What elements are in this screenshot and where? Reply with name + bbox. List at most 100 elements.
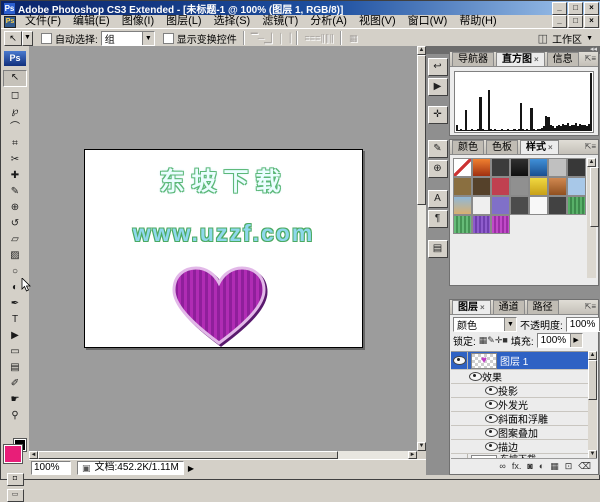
histogram-tab-导航器[interactable]: 导航器	[452, 52, 494, 66]
panel-menu-icon[interactable]: ⇱≡	[585, 141, 596, 152]
quick-selection-tool[interactable]: ⌒	[4, 120, 26, 135]
doc-close-button[interactable]: ×	[584, 15, 599, 28]
style-swatch-7[interactable]	[567, 158, 586, 177]
layers-scroll-thumb[interactable]	[588, 360, 597, 400]
effect-name[interactable]: 效果	[482, 369, 502, 384]
hand-tool[interactable]: ☛	[4, 392, 26, 407]
doc-minimize-button[interactable]: _	[552, 15, 567, 28]
align-bottom-edges-icon[interactable]: ▁	[264, 33, 271, 43]
style-swatch-14[interactable]	[567, 177, 586, 196]
layer-thumbnail[interactable]: ♥	[471, 353, 497, 369]
distribute-right-edges-icon[interactable]: ∥	[329, 33, 334, 43]
style-swatch-22[interactable]	[453, 215, 472, 234]
paragraph-panel-icon[interactable]: ¶	[428, 210, 448, 228]
layer-row[interactable]: 图案叠加	[451, 426, 588, 440]
layers-tab-图层[interactable]: 图层×	[452, 300, 491, 314]
brushes-panel-icon[interactable]: ✎	[428, 140, 448, 158]
eye-icon[interactable]	[469, 372, 482, 381]
ps-logo[interactable]: Ps	[4, 51, 26, 66]
style-swatch-2[interactable]	[472, 158, 491, 177]
vertical-scrollbar[interactable]: ▲ ▼	[417, 46, 426, 451]
pen-tool[interactable]: ✒	[4, 296, 26, 311]
eye-icon[interactable]	[485, 414, 498, 423]
menu-图层(L)[interactable]: 图层(L)	[160, 15, 207, 27]
style-swatch-11[interactable]	[510, 177, 529, 196]
style-swatch-19[interactable]	[529, 196, 548, 215]
tool-presets-panel-icon[interactable]: ✛	[428, 106, 448, 124]
style-swatch-20[interactable]	[548, 196, 567, 215]
layer-row[interactable]: ♥图层 1	[451, 352, 588, 370]
style-swatch-10[interactable]	[491, 177, 510, 196]
character-panel-icon[interactable]: A	[428, 190, 448, 208]
auto-select-checkbox[interactable]	[41, 33, 52, 44]
style-swatch-12[interactable]	[529, 177, 548, 196]
panel-menu-icon[interactable]: ⇱≡	[585, 53, 596, 64]
menu-滤镜(T)[interactable]: 滤镜(T)	[256, 15, 304, 27]
type-tool[interactable]: T	[4, 312, 26, 327]
layer-style-icon[interactable]: fx.	[512, 461, 522, 471]
effect-name[interactable]: 图案叠加	[498, 425, 538, 440]
blend-mode-dropdown[interactable]: 颜色 ▼	[453, 317, 517, 332]
layer-mask-icon[interactable]: ◙	[527, 461, 532, 471]
scroll-down-icon[interactable]: ▼	[417, 442, 426, 451]
layer-group-icon[interactable]: ▦	[550, 461, 559, 472]
menu-编辑(E)[interactable]: 编辑(E)	[67, 15, 116, 27]
maximize-button[interactable]: □	[568, 2, 583, 15]
lasso-tool[interactable]: ℘	[4, 104, 26, 119]
horizontal-scroll-thumb[interactable]	[38, 451, 338, 459]
adjustment-layer-icon[interactable]: ◐	[539, 461, 544, 471]
move-tool-icon[interactable]: ↖	[4, 31, 22, 46]
style-swatch-18[interactable]	[510, 196, 529, 215]
notes-tool[interactable]: ▤	[4, 360, 26, 375]
current-tool-combo[interactable]: ↖ ▼	[4, 31, 33, 46]
style-swatch-13[interactable]	[548, 177, 567, 196]
menu-视图(V)[interactable]: 视图(V)	[353, 15, 402, 27]
style-swatch-23[interactable]	[472, 215, 491, 234]
slice-tool[interactable]: ✂	[4, 152, 26, 167]
layer-row[interactable]: 斜面和浮雕	[451, 412, 588, 426]
layer-row[interactable]: 外发光	[451, 398, 588, 412]
scroll-up-icon[interactable]: ▲	[417, 46, 426, 55]
style-swatch-16[interactable]	[472, 196, 491, 215]
menu-分析(A)[interactable]: 分析(A)	[304, 15, 353, 27]
align-top-edges-icon[interactable]: ▔	[251, 33, 258, 43]
style-swatch-8[interactable]	[453, 177, 472, 196]
screen-mode-button[interactable]: ▭	[7, 489, 24, 502]
history-brush-tool[interactable]: ↺	[4, 216, 26, 231]
eye-icon[interactable]	[453, 356, 466, 365]
scroll-up-icon[interactable]: ▲	[588, 351, 597, 360]
close-button[interactable]: ×	[584, 2, 599, 15]
auto-align-layers-icon[interactable]: ▦	[348, 33, 359, 44]
title-bar[interactable]: Ps Adobe Photoshop CS3 Extended - [未标题-1…	[1, 1, 600, 15]
lock-all-icon[interactable]: ■	[502, 335, 507, 345]
layers-tab-通道[interactable]: 通道	[493, 300, 525, 314]
histogram-tab-直方图[interactable]: 直方图×	[496, 52, 545, 66]
eye-icon[interactable]	[485, 442, 498, 451]
style-swatch-9[interactable]	[472, 177, 491, 196]
vertical-scroll-thumb[interactable]	[417, 55, 426, 205]
zoom-tool[interactable]: ⚲	[4, 408, 26, 423]
dropdown-arrow-icon[interactable]: ▼	[142, 32, 154, 45]
tool-dropdown-icon[interactable]: ▼	[22, 31, 33, 46]
effect-name[interactable]: 投影	[498, 383, 518, 398]
style-swatch-6[interactable]	[548, 158, 567, 177]
menu-窗口(W)[interactable]: 窗口(W)	[402, 15, 454, 27]
menu-选择(S)[interactable]: 选择(S)	[208, 15, 257, 27]
rectangular-marquee-tool[interactable]: ◻	[4, 88, 26, 103]
layers-tab-路径[interactable]: 路径	[527, 300, 559, 314]
new-layer-icon[interactable]: ⊡	[565, 461, 573, 472]
move-tool[interactable]: ↖	[3, 70, 27, 87]
style-swatch-21[interactable]	[567, 196, 586, 215]
opacity-field[interactable]: 100% ▶	[566, 317, 600, 332]
style-swatch-3[interactable]	[491, 158, 510, 177]
doc-restore-button[interactable]: □	[568, 15, 583, 28]
delete-layer-icon[interactable]: ⌫	[578, 461, 591, 472]
layers-scrollbar[interactable]: ▲ ▼	[588, 351, 597, 459]
style-swatch-5[interactable]	[529, 158, 548, 177]
eye-icon[interactable]	[485, 400, 498, 409]
layer-comps-panel-icon[interactable]: ▤	[428, 240, 448, 258]
effect-name[interactable]: 斜面和浮雕	[498, 411, 548, 426]
visibility-cell[interactable]	[451, 352, 468, 369]
blur-tool[interactable]: ○	[4, 264, 26, 279]
style-swatch-17[interactable]	[491, 196, 510, 215]
